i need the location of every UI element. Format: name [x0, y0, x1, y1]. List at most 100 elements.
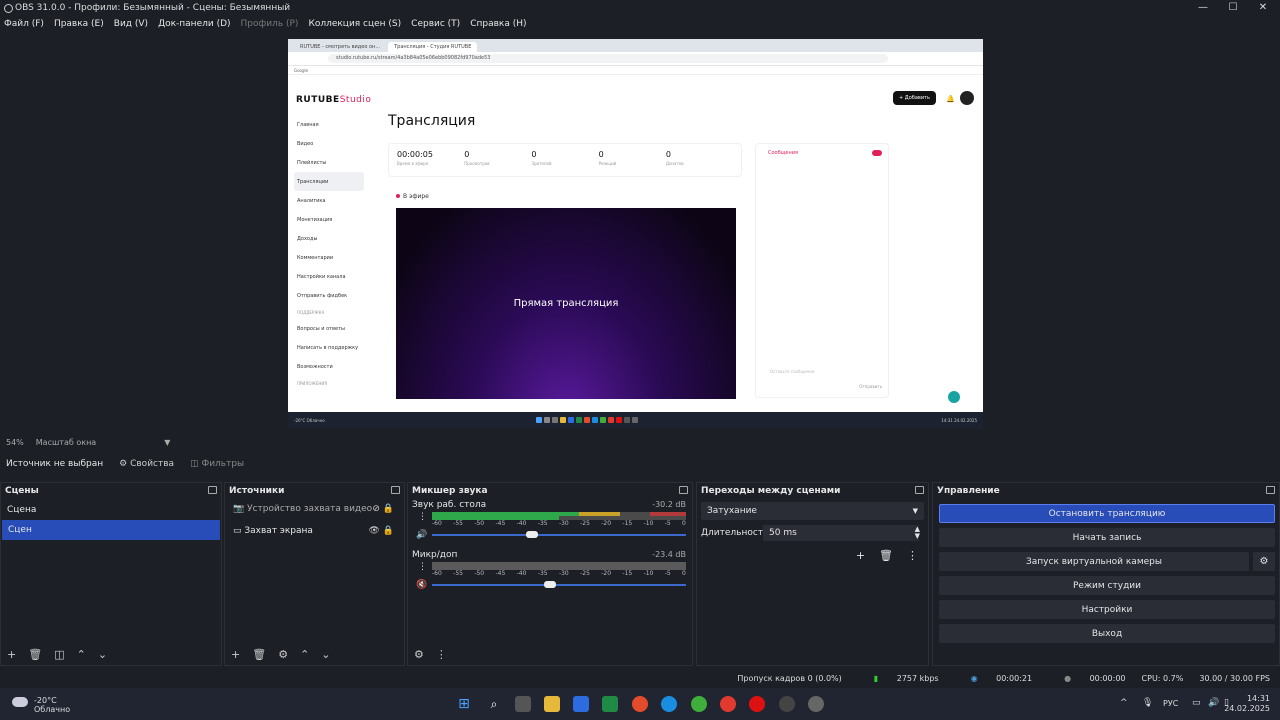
mic-muted-icon[interactable]: 🔇 — [416, 580, 427, 590]
start-record-button[interactable]: Начать запись — [939, 528, 1275, 547]
kebab-icon[interactable]: ⋮ — [418, 562, 427, 572]
arrow-up-icon[interactable]: ⌃ — [77, 648, 86, 661]
volume-icon[interactable]: 🔊 — [1208, 698, 1219, 708]
opera-icon[interactable] — [749, 696, 765, 712]
trash-icon[interactable]: 🗑 — [28, 648, 42, 661]
undock-icon[interactable] — [679, 486, 688, 494]
filter-icon[interactable]: ◫ — [54, 648, 64, 661]
network-icon[interactable]: ▭ — [1192, 698, 1201, 708]
scale-tick: -10 — [643, 520, 654, 527]
exit-button[interactable]: Выход — [939, 624, 1275, 643]
source-item[interactable]: ▭ Захват экрана 👁 🔒 — [225, 520, 404, 542]
rutube-add-button: + Добавить — [893, 91, 936, 105]
channel-db: -30.2 dB — [652, 500, 686, 509]
kebab-icon[interactable]: ⋮ — [907, 549, 918, 562]
filters-button[interactable]: ◫ Фильтры — [190, 459, 244, 469]
gear-icon[interactable]: ⚙ — [278, 648, 288, 661]
transition-select[interactable]: Затухание ▼ — [701, 502, 924, 520]
language-indicator[interactable]: РУС — [1163, 699, 1178, 708]
kebab-icon[interactable]: ⋮ — [436, 648, 447, 661]
source-visibility-icons[interactable]: ⊘ 🔒 — [372, 504, 394, 514]
properties-button[interactable]: ⚙ Свойства — [119, 459, 174, 469]
scenes-dock: Сцены Сцена Сцен + 🗑 ◫ ⌃ ⌄ — [0, 482, 222, 666]
volume-slider[interactable] — [432, 581, 686, 588]
menu-view[interactable]: Вид (V) — [114, 19, 148, 29]
volume-slider[interactable] — [432, 531, 686, 538]
undock-icon[interactable] — [915, 486, 924, 494]
taskbar-clock[interactable]: 14:31 24.02.2025 — [1224, 694, 1270, 714]
slider-knob[interactable] — [525, 531, 538, 538]
chevron-down-icon[interactable]: ▼ — [164, 438, 170, 447]
undock-icon[interactable] — [208, 486, 217, 494]
preview-canvas[interactable]: RUTUBE - смотреть видео он... Трансляция… — [288, 39, 983, 429]
menu-scene-collection[interactable]: Коллекция сцен (S) — [308, 19, 401, 29]
search-icon[interactable]: ⌕ — [486, 696, 502, 712]
browser-bookmarks: Google — [288, 66, 983, 75]
stat-item: 0 Донатов — [666, 150, 733, 170]
mixer-channel-mic: Микр/доп -23.4 dB ⋮ -60 -55 -50 -45 -40 -35 -3… — [408, 548, 692, 598]
menu-tools[interactable]: Сервис (T) — [411, 19, 460, 29]
add-icon[interactable]: + — [7, 648, 16, 661]
menu-profile[interactable]: Профиль (P) — [241, 19, 299, 29]
trash-icon[interactable]: 🗑 — [252, 648, 266, 661]
menu-file[interactable]: Файл (F) — [4, 19, 44, 29]
close-button[interactable]: ✕ — [1248, 0, 1278, 16]
app-icon[interactable] — [808, 696, 824, 712]
chat-send: Отправить — [859, 384, 882, 389]
transitions-dock-header: Переходы между сценами — [697, 483, 928, 498]
zoom-label[interactable]: Масштаб окна — [36, 438, 96, 447]
menu-help[interactable]: Справка (H) — [470, 19, 526, 29]
gear-icon[interactable]: ⚙ — [1253, 552, 1275, 571]
windows-start-icon[interactable]: ⊞ — [456, 696, 472, 712]
undock-icon[interactable] — [1266, 486, 1275, 494]
stat-item: 0 Просмотров — [464, 150, 531, 170]
add-icon[interactable]: + — [231, 648, 240, 661]
rutube-logo-main: RUTUBE — [296, 95, 340, 105]
stop-stream-button[interactable]: Остановить трансляцию — [939, 504, 1275, 523]
mic-icon[interactable]: 🎙 — [1142, 698, 1153, 708]
scale-tick: -40 — [516, 570, 527, 577]
spinner-icon[interactable]: ▲ ▼ — [915, 526, 920, 540]
slider-knob[interactable] — [543, 581, 556, 588]
yandex-icon[interactable] — [720, 696, 736, 712]
menu-docks[interactable]: Док-панели (D) — [158, 19, 230, 29]
arrow-down-icon[interactable]: ⌄ — [321, 648, 330, 661]
excel-icon[interactable] — [602, 696, 618, 712]
record-time: ● 00:00:00 — [1048, 674, 1125, 683]
app-icon[interactable] — [632, 696, 648, 712]
edge-icon — [592, 417, 598, 423]
gear-icon[interactable]: ⚙ — [414, 648, 424, 661]
chevron-up-icon[interactable]: ^ — [1120, 698, 1128, 708]
source-visibility-icons[interactable]: 👁 🔒 — [369, 526, 395, 536]
weather-widget[interactable]: -20°C Облачно — [10, 696, 70, 714]
record-icon: ● — [1064, 673, 1072, 683]
source-item[interactable]: 📷 Устройство захвата видео ⊘ 🔒 — [225, 498, 404, 520]
obs-icon[interactable] — [779, 696, 795, 712]
virtual-camera-button[interactable]: Запуск виртуальной камеры — [939, 552, 1249, 571]
add-icon[interactable]: + — [856, 549, 865, 562]
scene-item[interactable]: Сцена — [1, 500, 221, 520]
taskview-icon[interactable] — [515, 696, 531, 712]
settings-button[interactable]: Настройки — [939, 600, 1275, 619]
minimize-button[interactable]: — — [1188, 0, 1218, 16]
rutube-nav-section: ПРИЛОЖЕНИЯ — [297, 380, 328, 386]
chrome-icon[interactable] — [691, 696, 707, 712]
folder-icon[interactable] — [544, 696, 560, 712]
volume-meter — [432, 512, 686, 520]
stat-item: 00:00:05 Время в эфире — [397, 150, 464, 170]
trash-icon[interactable]: 🗑 — [879, 549, 893, 562]
maximize-button[interactable]: ☐ — [1218, 0, 1248, 16]
edge-icon[interactable] — [661, 696, 677, 712]
word-icon[interactable] — [573, 696, 589, 712]
undock-icon[interactable] — [391, 486, 400, 494]
arrow-down-icon[interactable]: ⌄ — [98, 648, 107, 661]
obs-icon — [624, 417, 630, 423]
arrow-up-icon[interactable]: ⌃ — [300, 648, 309, 661]
menu-edit[interactable]: Правка (E) — [54, 19, 104, 29]
preview-taskbar: -20°C Облачно 14:31 24.02.2025 — [288, 412, 983, 429]
kebab-icon[interactable]: ⋮ — [418, 512, 427, 522]
scene-item-selected[interactable]: Сцен — [2, 520, 220, 540]
speaker-icon[interactable]: 🔊 — [416, 530, 427, 540]
studio-mode-button[interactable]: Режим студии — [939, 576, 1275, 595]
duration-input[interactable]: 50 ms — [763, 525, 919, 541]
